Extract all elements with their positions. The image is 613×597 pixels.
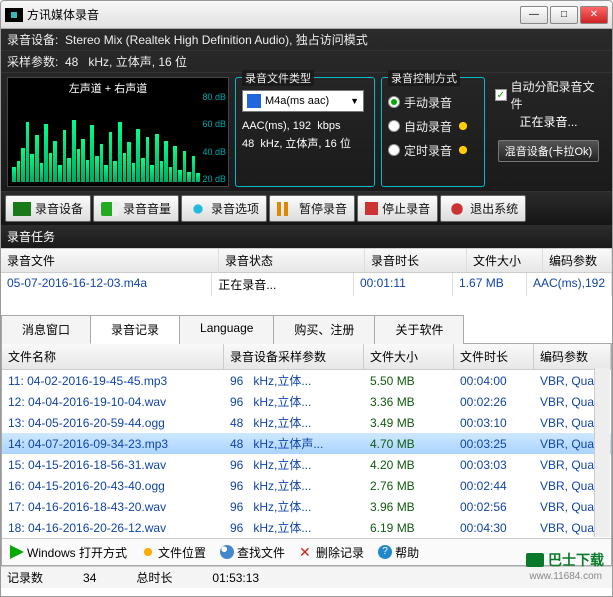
sample-rate: 48 bbox=[65, 55, 78, 69]
btn-file-location[interactable]: 文件位置 bbox=[137, 542, 210, 563]
btn-rec-device[interactable]: 录音设备 bbox=[5, 195, 91, 222]
device-icon bbox=[13, 202, 31, 216]
play-icon bbox=[10, 545, 24, 559]
btn-help[interactable]: ?帮助 bbox=[374, 542, 423, 563]
close-button[interactable]: ✕ bbox=[580, 6, 608, 24]
btn-delete-record[interactable]: ✕删除记录 bbox=[295, 542, 368, 563]
radio-icon bbox=[388, 96, 400, 108]
col-codec[interactable]: 编码参数 bbox=[543, 249, 612, 272]
disk-icon bbox=[247, 94, 261, 108]
btn-rec-volume[interactable]: 录音音量 bbox=[93, 195, 179, 222]
tab-language[interactable]: Language bbox=[179, 315, 274, 344]
app-icon bbox=[5, 8, 23, 22]
gcol-sample[interactable]: 录音设备采样参数 bbox=[224, 344, 364, 369]
btn-find-file[interactable]: 查找文件 bbox=[216, 542, 289, 563]
col-status[interactable]: 录音状态 bbox=[219, 249, 365, 272]
btn-pause-rec[interactable]: 暂停录音 bbox=[269, 195, 355, 222]
radio-timer[interactable]: 定时录音 bbox=[388, 138, 478, 162]
grid-row[interactable]: 14: 04-07-2016-09-34-23.mp348 kHz,立体声...… bbox=[2, 433, 611, 454]
auto-assign-checkbox[interactable]: ✓ 自动分配录音文件 bbox=[495, 83, 602, 107]
device-label: 录音设备: bbox=[7, 31, 65, 48]
control-mode-title: 录音控制方式 bbox=[388, 70, 460, 86]
auto-column: ✓ 自动分配录音文件 正在录音... 混音设备(卡拉Ok) bbox=[491, 77, 606, 187]
grid-row[interactable]: 17: 04-16-2016-18-43-20.wav96 kHz,立体...3… bbox=[2, 496, 611, 517]
grid-row[interactable]: 11: 04-02-2016-19-45-45.mp396 kHz,立体...5… bbox=[2, 370, 611, 391]
tab-buy[interactable]: 购买、注册 bbox=[273, 315, 375, 344]
gcol-name[interactable]: 文件名称 bbox=[2, 344, 224, 369]
status-count: 34 bbox=[83, 571, 96, 585]
grid-body[interactable]: 11: 04-02-2016-19-45-45.mp396 kHz,立体...5… bbox=[2, 370, 611, 538]
watermark: 巴士下载 bbox=[526, 550, 604, 570]
device-row: 录音设备: Stereo Mix (Realtek High Definitio… bbox=[1, 29, 612, 51]
col-duration[interactable]: 录音时长 bbox=[365, 249, 467, 272]
task-row[interactable]: 05-07-2016-16-12-03.m4a 正在录音... 00:01:11… bbox=[1, 273, 612, 296]
watermark-url: www.11684.com bbox=[529, 571, 602, 582]
bottom-toolbar: Windows 打开方式 文件位置 查找文件 ✕删除记录 ?帮助 bbox=[2, 538, 611, 565]
radio-manual[interactable]: 手动录音 bbox=[388, 90, 478, 114]
gcol-len[interactable]: 文件时长 bbox=[454, 344, 534, 369]
radio-icon bbox=[388, 120, 400, 132]
tab-records[interactable]: 录音记录 bbox=[90, 315, 180, 344]
task-columns: 录音文件 录音状态 录音时长 文件大小 编码参数 bbox=[1, 248, 612, 273]
exit-icon bbox=[448, 202, 466, 216]
level-meter: 左声道 + 右声道 80 dB 60 dB 40 dB 20 dB bbox=[7, 77, 229, 187]
grid-row[interactable]: 18: 04-16-2016-20-26-12.wav96 kHz,立体...6… bbox=[2, 517, 611, 538]
check-icon: ✓ bbox=[495, 89, 507, 101]
status-dur-label: 总时长 bbox=[136, 569, 172, 586]
grid-row[interactable]: 15: 04-15-2016-18-56-31.wav96 kHz,立体...4… bbox=[2, 454, 611, 475]
window-title: 方讯媒体录音 bbox=[27, 6, 520, 23]
main-toolbar: 录音设备 录音音量 录音选项 暂停录音 停止录音 退出系统 bbox=[1, 191, 612, 225]
status-dur: 01:53:13 bbox=[212, 571, 259, 585]
status-bar: 记录数 34 总时长 01:53:13 bbox=[1, 566, 612, 588]
grid-row[interactable]: 16: 04-15-2016-20-43-40.ogg96 kHz,立体...2… bbox=[2, 475, 611, 496]
gcol-size[interactable]: 文件大小 bbox=[364, 344, 454, 369]
btn-open-with[interactable]: Windows 打开方式 bbox=[6, 542, 131, 563]
device-value: Stereo Mix (Realtek High Definition Audi… bbox=[65, 31, 368, 48]
bus-icon bbox=[526, 553, 544, 567]
control-mode-group: 录音控制方式 手动录音 自动录音 定时录音 bbox=[381, 77, 485, 187]
encoding-info: AAC(ms), 192 kbps 48 kHz, 立体声, 16 位 bbox=[242, 118, 368, 153]
tab-msg[interactable]: 消息窗口 bbox=[1, 315, 91, 344]
grid-row[interactable]: 12: 04-04-2016-19-10-04.wav96 kHz,立体...3… bbox=[2, 391, 611, 412]
btn-rec-options[interactable]: 录音选项 bbox=[181, 195, 267, 222]
file-type-title: 录音文件类型 bbox=[242, 70, 314, 86]
minimize-button[interactable]: — bbox=[520, 6, 548, 24]
file-type-group: 录音文件类型 M4a(ms aac) ▼ AAC(ms), 192 kbps 4… bbox=[235, 77, 375, 187]
gcol-codec[interactable]: 编码参数 bbox=[534, 344, 611, 369]
mix-device-button[interactable]: 混音设备(卡拉Ok) bbox=[498, 140, 599, 162]
chevron-down-icon: ▼ bbox=[350, 96, 359, 106]
delete-icon: ✕ bbox=[299, 545, 313, 559]
file-type-combo[interactable]: M4a(ms aac) ▼ bbox=[242, 90, 364, 112]
col-file[interactable]: 录音文件 bbox=[1, 249, 219, 272]
search-icon bbox=[220, 545, 234, 559]
radio-auto[interactable]: 自动录音 bbox=[388, 114, 478, 138]
sample-label: 采样参数: bbox=[7, 53, 65, 70]
tab-about[interactable]: 关于软件 bbox=[374, 315, 464, 344]
db-scale: 80 dB 60 dB 40 dB 20 dB bbox=[202, 92, 226, 184]
meter-title: 左声道 + 右声道 bbox=[8, 80, 208, 96]
status-count-label: 记录数 bbox=[7, 569, 43, 586]
btn-stop-rec[interactable]: 停止录音 bbox=[357, 195, 438, 222]
pause-icon bbox=[277, 202, 295, 216]
options-icon bbox=[189, 202, 207, 216]
scrollbar[interactable] bbox=[594, 368, 610, 537]
help-icon: ? bbox=[378, 545, 392, 559]
rec-status: 正在录音... bbox=[519, 113, 577, 130]
tabs: 消息窗口 录音记录 Language 购买、注册 关于软件 bbox=[1, 314, 612, 344]
radio-icon bbox=[388, 144, 400, 156]
task-header: 录音任务 bbox=[1, 225, 612, 248]
grid-columns: 文件名称 录音设备采样参数 文件大小 文件时长 编码参数 bbox=[2, 344, 611, 370]
meter-bars bbox=[12, 96, 200, 182]
grid-row[interactable]: 13: 04-05-2016-20-59-44.ogg48 kHz,立体...3… bbox=[2, 412, 611, 433]
maximize-button[interactable]: □ bbox=[550, 6, 578, 24]
btn-exit[interactable]: 退出系统 bbox=[440, 195, 526, 222]
volume-icon bbox=[101, 202, 119, 216]
location-icon bbox=[141, 545, 155, 559]
file-type-selected: M4a(ms aac) bbox=[265, 95, 329, 107]
gear-icon[interactable] bbox=[456, 143, 470, 157]
sample-fmt: kHz, 立体声, 16 位 bbox=[88, 53, 187, 70]
stop-icon bbox=[365, 202, 378, 215]
gear-icon[interactable] bbox=[456, 119, 470, 133]
col-size[interactable]: 文件大小 bbox=[467, 249, 543, 272]
